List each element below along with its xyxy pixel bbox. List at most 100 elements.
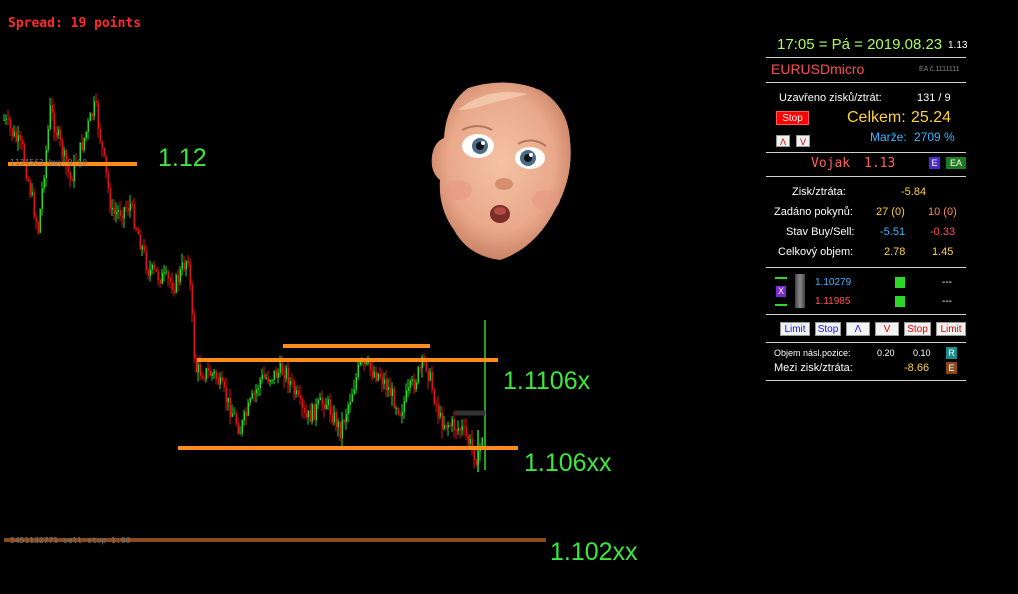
candle-body xyxy=(31,192,33,195)
panel-divider xyxy=(766,57,966,58)
candle-body xyxy=(81,142,83,150)
candle-body xyxy=(457,428,459,431)
sell-arrow-button[interactable]: V xyxy=(796,135,810,147)
candle-body xyxy=(223,381,225,388)
candle-body xyxy=(181,262,183,270)
candle-body xyxy=(29,180,31,195)
sell-market-button[interactable]: V xyxy=(875,322,899,336)
candle-body xyxy=(203,378,205,380)
candle-body xyxy=(459,428,461,431)
state-buy: -5.51 xyxy=(880,226,906,238)
candle-body xyxy=(265,377,267,379)
volume-label: Celkový objem: xyxy=(778,246,854,258)
candle-body xyxy=(451,418,453,426)
candle-body xyxy=(193,313,195,358)
candle-body xyxy=(293,381,295,395)
candle-body xyxy=(53,112,55,133)
candle-body xyxy=(171,282,173,291)
buy-limit-button[interactable]: Limit xyxy=(780,322,810,336)
candle-body xyxy=(351,394,353,403)
candle-body xyxy=(199,364,201,376)
e-button[interactable]: E xyxy=(929,157,940,169)
candle-body xyxy=(205,368,207,380)
buy-line-marker xyxy=(775,277,787,279)
candle-body xyxy=(335,412,337,428)
next-volume-buy: 0.20 xyxy=(877,348,895,358)
buy-arrow-button[interactable]: Λ xyxy=(776,135,790,147)
candle-body xyxy=(253,393,255,395)
candle-body xyxy=(255,389,257,394)
candle-body xyxy=(311,404,313,422)
candle-body xyxy=(447,425,449,428)
ea-name: Vojak xyxy=(811,156,851,171)
buy-market-button[interactable]: Λ xyxy=(846,322,870,336)
candle-body xyxy=(147,270,149,276)
between-pl-label: Mezi zisk/ztráta: xyxy=(774,362,853,374)
candle-body xyxy=(49,105,51,130)
candle-body xyxy=(9,119,11,129)
candle-body xyxy=(279,363,281,373)
candle-body xyxy=(415,382,417,390)
candle-body xyxy=(443,425,445,429)
candle-body xyxy=(377,373,379,381)
candle-body xyxy=(123,207,125,219)
candle-body xyxy=(453,418,455,431)
candle-body xyxy=(145,250,147,271)
candle-body xyxy=(307,410,309,418)
candle-body xyxy=(47,129,49,150)
candle-body xyxy=(69,172,71,180)
sell-limit-button[interactable]: Limit xyxy=(936,322,966,336)
candle-body xyxy=(325,404,327,410)
volume-slider[interactable] xyxy=(795,274,805,308)
candle-body xyxy=(151,264,153,270)
state-label: Stav Buy/Sell: xyxy=(786,226,855,238)
candle-body xyxy=(381,377,383,384)
ea-button[interactable]: EA xyxy=(946,157,966,169)
candle-body xyxy=(93,100,95,117)
candle-body xyxy=(349,402,351,406)
sell-status-indicator xyxy=(895,296,905,307)
candle-body xyxy=(237,423,239,434)
candle-body xyxy=(277,372,279,378)
candle-body xyxy=(121,215,123,219)
candle-body xyxy=(219,377,221,385)
candle-body xyxy=(399,414,401,416)
candle-body xyxy=(11,128,13,137)
candle-body xyxy=(163,272,165,274)
sell-stop-button[interactable]: Stop xyxy=(904,322,931,336)
order-line-label-upper: 1134563 buy 0.10 xyxy=(10,158,88,167)
e2-button[interactable]: E xyxy=(946,362,957,374)
candle-body xyxy=(475,460,477,465)
candle-body xyxy=(233,413,235,415)
candle-body xyxy=(397,408,399,415)
candle-body xyxy=(461,426,463,431)
candle-body xyxy=(143,246,145,251)
buy-dash: --- xyxy=(942,277,952,288)
r-button[interactable]: R xyxy=(946,347,957,359)
candle-body xyxy=(429,372,431,381)
candle-body xyxy=(243,412,245,421)
candle-body xyxy=(95,100,97,103)
orders-buy: 27 (0) xyxy=(876,206,905,218)
candle-body xyxy=(383,379,385,384)
candle-body xyxy=(403,401,405,413)
candle-body xyxy=(201,375,203,379)
candle-body xyxy=(395,408,397,410)
candle-body xyxy=(287,367,289,385)
close-x-button[interactable]: X xyxy=(776,286,786,297)
candle-body xyxy=(445,425,447,428)
candle-body xyxy=(357,365,359,378)
candle-body xyxy=(135,228,137,230)
candle-body xyxy=(365,362,367,365)
candle-body xyxy=(371,370,373,378)
candle-body xyxy=(229,397,231,417)
candle-body xyxy=(391,388,393,397)
candle-body xyxy=(409,381,411,388)
candle-body xyxy=(87,121,89,132)
candle-body xyxy=(235,413,237,424)
stop-ea-button[interactable]: Stop xyxy=(776,111,809,125)
candle-body xyxy=(355,377,357,390)
candle-body xyxy=(155,268,157,272)
candle-body xyxy=(107,172,109,189)
buy-stop-button[interactable]: Stop xyxy=(815,322,841,336)
